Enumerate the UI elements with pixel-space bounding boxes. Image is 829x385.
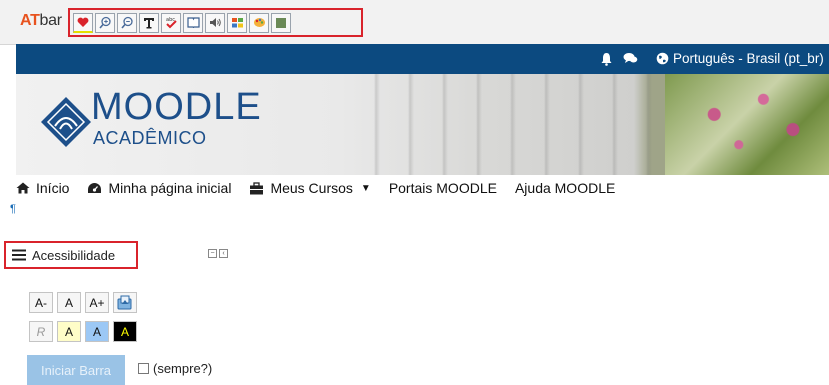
black-scheme-button[interactable]: A	[113, 321, 137, 342]
reset-colors-button[interactable]: R	[29, 321, 53, 342]
text-to-speech-icon[interactable]	[205, 12, 225, 33]
font-settings-icon[interactable]	[139, 12, 159, 33]
language-label: Português - Brasil (pt_br)	[673, 51, 824, 66]
decrease-font-button[interactable]: A-	[29, 292, 53, 313]
dock-block-icon[interactable]: ‹	[219, 249, 228, 258]
nav-help[interactable]: Ajuda MOODLE	[515, 180, 615, 196]
collapse-block-icon[interactable]: −	[208, 249, 217, 258]
yellow-scheme-button[interactable]: A	[57, 321, 81, 342]
nav-help-label: Ajuda MOODLE	[514, 180, 616, 196]
main-navigation: Início Minha página inicial Meus Cursos …	[16, 178, 633, 198]
save-settings-button[interactable]	[113, 292, 137, 313]
nav-home[interactable]: Início	[16, 180, 69, 196]
color-overlay-icon[interactable]	[249, 12, 269, 33]
save-icon	[117, 295, 132, 310]
briefcase-icon	[250, 181, 264, 194]
hamburger-icon	[12, 249, 26, 261]
atbar-logo: ATbar	[20, 12, 62, 30]
atbar-logo-bar: bar	[39, 12, 63, 29]
always-checkbox[interactable]	[138, 363, 149, 374]
site-title[interactable]: MOODLE	[91, 86, 262, 129]
zoom-in-icon[interactable]	[95, 12, 115, 33]
accessibility-title: Acessibilidade	[32, 247, 116, 263]
nav-courses-label: Meus Cursos	[270, 180, 353, 196]
globe-icon	[656, 52, 669, 65]
banner-flowers-image	[665, 74, 829, 175]
bell-icon[interactable]	[600, 52, 613, 71]
moodle-logo-icon[interactable]	[40, 96, 92, 148]
increase-font-button[interactable]: A+	[85, 292, 109, 313]
pilcrow-icon[interactable]: ¶	[10, 203, 16, 215]
nav-courses[interactable]: Meus Cursos ▼	[249, 180, 371, 196]
chat-icon[interactable]	[623, 52, 638, 70]
word-prediction-icon[interactable]	[227, 12, 247, 33]
start-bar-button[interactable]: Iniciar Barra	[27, 355, 125, 385]
top-navbar: Português - Brasil (pt_br)	[16, 44, 829, 74]
nav-portals-label: Portais MOODLE	[388, 180, 497, 196]
home-icon	[16, 182, 30, 194]
heart-icon[interactable]	[73, 12, 93, 33]
dashboard-icon	[88, 182, 102, 193]
header-banner: MOODLE ACADÊMICO	[16, 74, 829, 175]
tint-icon[interactable]	[271, 12, 291, 33]
always-label: (sempre?)	[153, 361, 213, 376]
block-controls: − ‹	[208, 249, 228, 258]
nav-portals[interactable]: Portais MOODLE	[389, 180, 497, 196]
atbar-tools-group: abc	[68, 8, 363, 37]
reset-font-button[interactable]: A	[57, 292, 81, 313]
nav-home-label: Início	[36, 180, 70, 196]
site-subtitle: ACADÊMICO	[93, 128, 207, 148]
always-option[interactable]: (sempre?)	[138, 361, 212, 376]
color-scheme-buttons: R A A A	[29, 321, 137, 342]
spellcheck-icon[interactable]: abc	[161, 12, 181, 33]
chevron-down-icon: ▼	[360, 182, 371, 194]
atbar-logo-at: AT	[20, 12, 40, 29]
atbar-toolbar: ATbar abc	[0, 0, 829, 45]
nav-dashboard-label: Minha página inicial	[108, 180, 232, 196]
font-size-buttons: A- A A+	[29, 292, 137, 313]
zoom-out-icon[interactable]	[117, 12, 137, 33]
dictionary-icon[interactable]	[183, 12, 203, 33]
blue-scheme-button[interactable]: A	[85, 321, 109, 342]
nav-dashboard[interactable]: Minha página inicial	[87, 180, 231, 196]
banner-columns-image	[346, 74, 666, 175]
accessibility-block-header[interactable]: Acessibilidade	[4, 241, 138, 269]
language-menu[interactable]: Português - Brasil (pt_br)	[656, 51, 824, 66]
